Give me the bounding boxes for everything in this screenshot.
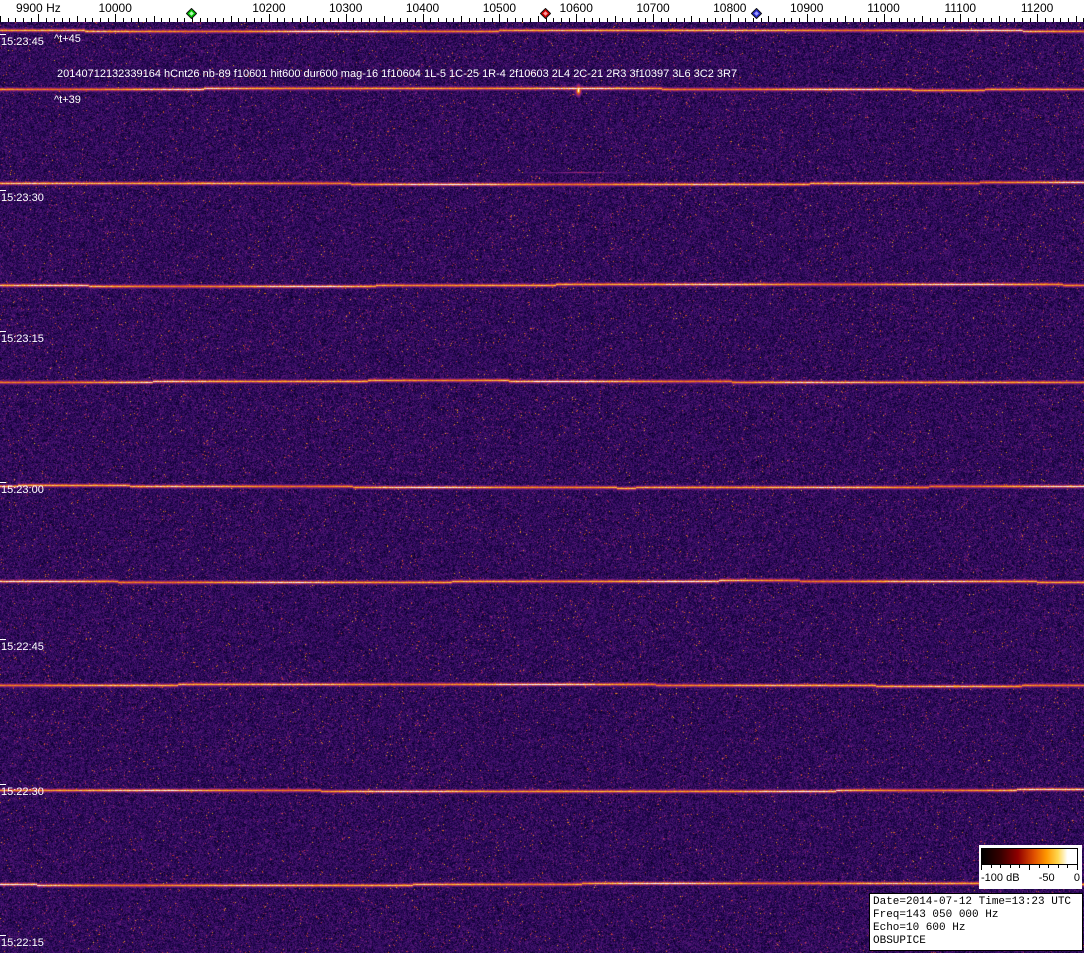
time-label: 15:22:30 <box>1 786 44 798</box>
freq-tick <box>115 14 117 22</box>
annotation-cursor-t45: ^t+45 <box>54 33 81 45</box>
freq-tick <box>1037 14 1039 22</box>
db-scale-ticks <box>981 865 1078 871</box>
annotation-detection-record: 20140712132339164 hCnt26 nb-89 f10601 hi… <box>57 68 738 80</box>
spectrogram-canvas[interactable] <box>0 22 1084 953</box>
time-label: 15:22:15 <box>1 937 44 949</box>
db-tick <box>981 865 982 870</box>
info-date-line: Date=2014-07-12 Time=13:23 UTC <box>873 896 1072 908</box>
time-label: 15:23:45 <box>1 36 44 48</box>
waterfall-panel: ^t+45 20140712132339164 hCnt26 nb-89 f10… <box>0 22 1084 953</box>
freq-tick <box>653 14 654 22</box>
freq-tick <box>883 14 885 22</box>
annotation-cursor-t39: ^t+39 <box>54 94 81 106</box>
info-station-line: OBSUPICE <box>873 935 926 947</box>
freq-label: 10900 <box>790 1 824 15</box>
freq-tick <box>806 14 808 22</box>
freq-tick <box>960 14 962 22</box>
db-label-min: -100 dB <box>981 872 1020 884</box>
db-tick <box>1019 865 1021 868</box>
db-label-max: 0 <box>1073 872 1080 884</box>
red-marker-diamond-icon[interactable] <box>539 6 551 20</box>
db-tick <box>1038 865 1040 868</box>
freq-tick <box>499 14 501 22</box>
time-tick <box>0 639 6 640</box>
db-tick <box>1029 865 1030 870</box>
frequency-ruler: 9900 Hz 10000 10200 10300 10400 10500 10600 107… <box>0 0 1084 22</box>
freq-tick <box>38 14 40 22</box>
time-tick <box>0 190 6 191</box>
freq-tick <box>729 14 731 22</box>
freq-label: 11000 <box>867 1 900 15</box>
db-tick <box>1048 865 1050 868</box>
db-tick <box>1000 865 1002 868</box>
info-freq-line: Freq=143 050 000 Hz <box>873 909 999 921</box>
observation-info-box: Date=2014-07-12 Time=13:23 UTC Freq=143 … <box>869 893 1083 951</box>
freq-tick <box>345 14 347 22</box>
db-tick <box>1067 865 1069 868</box>
freq-label: 10500 <box>482 1 517 15</box>
time-label: 15:23:30 <box>1 192 44 204</box>
freq-label: 10700 <box>636 1 670 15</box>
freq-label: 9900 Hz <box>16 1 61 15</box>
freq-label: 10400 <box>405 1 440 15</box>
info-echo-line: Echo=10 600 Hz <box>873 922 966 934</box>
freq-label: 10600 <box>559 1 593 15</box>
time-tick <box>0 331 6 332</box>
freq-label: 10800 <box>713 1 747 15</box>
time-label: 15:23:15 <box>1 333 44 345</box>
db-scale-labels: -100 dB -50 0 <box>979 872 1082 884</box>
meteor-echo-app: 9900 Hz 10000 10200 10300 10400 10500 10600 107… <box>0 0 1084 953</box>
time-tick <box>0 482 6 483</box>
freq-label: 11200 <box>1020 1 1054 15</box>
freq-label: 10200 <box>252 1 286 15</box>
time-tick <box>0 935 6 936</box>
freq-tick <box>422 14 424 22</box>
db-tick <box>1077 865 1078 870</box>
green-marker-diamond-icon[interactable] <box>185 6 198 20</box>
freq-tick <box>576 14 578 22</box>
freq-label: 10000 <box>98 1 132 15</box>
time-tick <box>0 34 6 35</box>
time-label: 15:22:45 <box>1 641 44 653</box>
time-label: 15:23:00 <box>1 484 44 496</box>
blue-marker-diamond-icon[interactable] <box>750 6 762 20</box>
db-label-mid: -50 <box>1038 872 1055 884</box>
db-tick <box>1057 865 1059 868</box>
db-scale-legend: -100 dB -50 0 <box>979 845 1082 889</box>
db-tick <box>1009 865 1011 868</box>
freq-label: 11100 <box>944 1 977 15</box>
db-tick <box>990 865 992 868</box>
db-gradient-bar <box>981 848 1078 865</box>
time-tick <box>0 784 6 785</box>
freq-label: 10300 <box>329 1 363 15</box>
freq-tick <box>268 14 270 22</box>
